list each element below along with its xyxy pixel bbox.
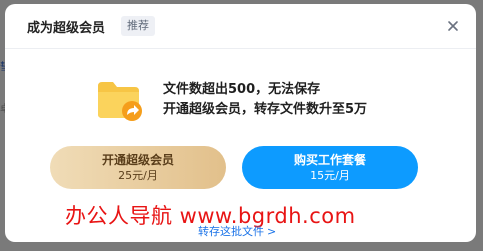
close-icon [448, 21, 458, 31]
open-svip-price: 25元/月 [118, 169, 158, 182]
buy-work-package-price: 15元/月 [310, 169, 350, 182]
buy-work-package-button[interactable]: 购买工作套餐 15元/月 [242, 146, 418, 189]
dialog-header: 成为超级会员 推荐 [5, 4, 476, 48]
open-svip-label: 开通超级会员 [101, 153, 174, 167]
limit-message-line-2: 开通超级会员，转存文件数升至5万 [163, 102, 368, 117]
chevron-right-icon: > [267, 225, 277, 238]
transfer-files-label: 转存这批文件 [198, 225, 264, 238]
header-divider [5, 48, 476, 49]
limit-message-line-1: 文件数超出500，无法保存 [163, 82, 321, 97]
open-svip-button[interactable]: 开通超级会员 25元/月 [50, 146, 226, 189]
transfer-files-link[interactable]: 转存这批文件 > [198, 223, 276, 239]
dialog-title: 成为超级会员 [27, 21, 106, 36]
limit-message: 文件数超出500，无法保存 开通超级会员，转存文件数升至5万 [163, 80, 367, 120]
upgrade-dialog: 成为超级会员 推荐 文件数超出500，无法保存 开通超级会员，转存文件数升至5万… [5, 4, 476, 242]
close-button[interactable] [444, 17, 462, 35]
folder-share-icon [95, 78, 147, 124]
recommend-tag: 推荐 [121, 16, 155, 36]
buy-work-package-label: 购买工作套餐 [293, 153, 366, 167]
